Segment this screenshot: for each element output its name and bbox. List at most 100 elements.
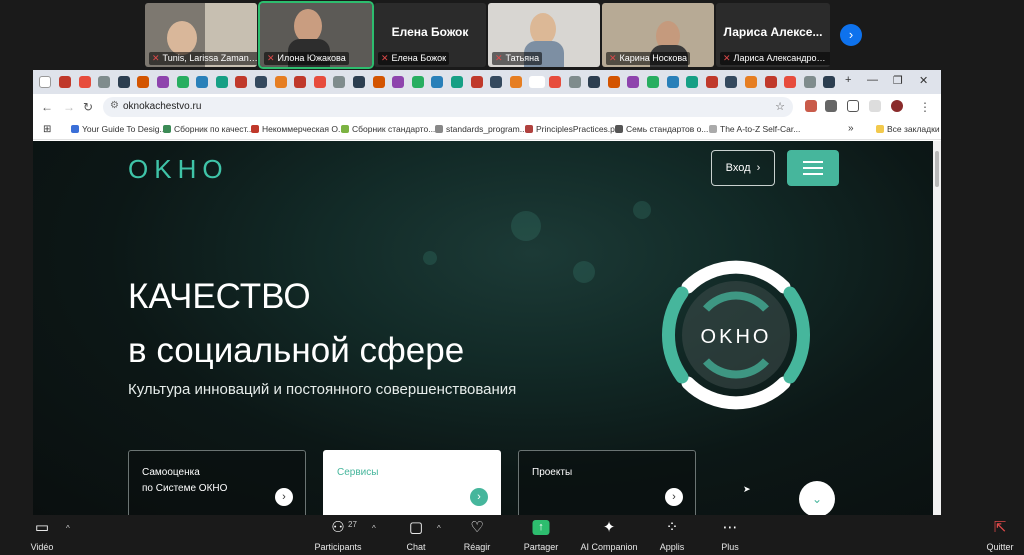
tab-favicon-icon[interactable] [59, 76, 71, 88]
participant-tile[interactable]: Елена Божок ✕ Елена Божок [374, 3, 486, 67]
tab-favicon-icon[interactable] [470, 76, 483, 88]
extension-icon[interactable] [805, 100, 817, 112]
tab-favicon-icon[interactable] [313, 76, 326, 88]
bookmark-item[interactable]: Your Guide To Desig... [71, 124, 167, 134]
maximize-icon[interactable]: ❐ [893, 74, 903, 87]
tab-favicon-icon[interactable] [117, 76, 130, 88]
apps-button[interactable]: ⁘ Applis [652, 515, 692, 555]
forward-icon[interactable]: → [63, 100, 75, 114]
tab-favicon-icon[interactable] [274, 76, 287, 88]
participants-button[interactable]: ⚇ 27 Participants [308, 515, 368, 555]
tab-favicon-icon[interactable] [686, 76, 699, 88]
tab-favicon-icon[interactable] [353, 76, 365, 88]
video-button[interactable]: ▭ Vidéo [20, 515, 64, 555]
next-participants-button[interactable]: › [840, 24, 862, 46]
tab-favicon-icon[interactable] [235, 76, 248, 88]
more-bookmarks-icon[interactable]: » [848, 123, 854, 134]
login-button[interactable]: Вход › [711, 150, 775, 186]
reload-icon[interactable]: ↻ [83, 100, 93, 114]
url-field[interactable]: ⚙ oknokachestvo.ru ☆ [103, 97, 793, 117]
tab-favicon-icon[interactable] [784, 76, 797, 88]
bookmark-item[interactable]: Сборник по качест... [163, 124, 254, 134]
site-logo[interactable]: OKHO [128, 154, 229, 185]
apps-grid-icon[interactable]: ⊞ [43, 124, 51, 135]
tab-favicon-icon[interactable] [451, 76, 463, 88]
more-menu-icon[interactable]: ⋮ [919, 100, 931, 114]
leave-button[interactable]: ⇱ Quitter [980, 515, 1020, 555]
participant-tile[interactable]: ✕ Карина Носкова [602, 3, 714, 67]
chevron-up-icon[interactable]: ^ [372, 524, 376, 533]
tab-favicon-icon[interactable] [176, 76, 189, 88]
close-icon[interactable]: ✕ [919, 74, 928, 87]
tab-favicon-icon[interactable] [294, 76, 307, 88]
ai-companion-button[interactable]: ✦ AI Companion [578, 515, 640, 555]
chevron-up-icon[interactable]: ^ [437, 524, 441, 533]
page-scrollbar[interactable] [933, 141, 941, 515]
tab-favicon-icon[interactable] [568, 76, 581, 88]
scroll-down-button[interactable]: ⌄ [799, 481, 835, 515]
bookmark-star-icon[interactable]: ☆ [775, 100, 785, 113]
all-bookmarks[interactable]: Все закладки [876, 124, 940, 134]
site-info-icon[interactable]: ⚙ [110, 100, 119, 111]
tab-favicon-icon[interactable] [431, 76, 444, 88]
tab-favicon-icon[interactable] [705, 76, 718, 88]
bookmark-item[interactable]: PrinciplesPractices.p... [525, 124, 622, 134]
tab-favicon-icon[interactable] [372, 76, 385, 88]
tab-favicon-icon[interactable] [725, 76, 738, 88]
react-button[interactable]: ♡ Réagir [457, 515, 497, 555]
tab-favicon-icon[interactable] [411, 76, 424, 88]
chat-button[interactable]: ▢ Chat [396, 515, 436, 555]
active-tab[interactable] [529, 76, 546, 88]
tab-favicon-icon[interactable] [509, 76, 522, 88]
new-tab-icon[interactable]: + [845, 74, 851, 86]
emblem-arc-left [662, 286, 689, 384]
card-self-assessment[interactable]: Самооценка по Системе ОКНО › [128, 450, 306, 515]
download-icon[interactable] [869, 100, 881, 112]
back-icon[interactable]: ← [41, 100, 53, 114]
tab-favicon-icon[interactable] [549, 76, 561, 88]
tab-favicon-icon[interactable] [215, 76, 228, 88]
chevron-right-icon[interactable]: › [470, 488, 488, 506]
scrollbar-thumb[interactable] [935, 151, 939, 187]
extensions-puzzle-icon[interactable] [847, 100, 859, 112]
tab-favicon-icon[interactable] [196, 76, 209, 88]
tab-favicon-icon[interactable] [78, 76, 91, 88]
bookmark-item[interactable]: standards_program... [435, 124, 527, 134]
tab-favicon-icon[interactable] [607, 76, 620, 88]
tab-favicon-icon[interactable] [157, 76, 169, 88]
chevron-right-icon[interactable]: › [665, 488, 683, 506]
share-button[interactable]: ↑ Partager [516, 515, 566, 555]
tab-favicon-icon[interactable] [588, 76, 601, 88]
participant-tile[interactable]: ✕ Татьяна [488, 3, 600, 67]
tab-favicon-icon[interactable] [666, 76, 679, 88]
more-button[interactable]: ⋯ Plus [710, 515, 750, 555]
chevron-up-icon[interactable]: ^ [66, 524, 70, 533]
tab-favicon-icon[interactable] [333, 76, 346, 88]
minimize-icon[interactable]: — [867, 74, 878, 86]
tab-favicon-icon[interactable] [647, 76, 659, 88]
tab-favicon-icon[interactable] [392, 76, 405, 88]
extension-icon[interactable] [825, 100, 837, 112]
card-projects[interactable]: Проекты › [518, 450, 696, 515]
tab-search-icon[interactable] [39, 76, 51, 88]
bookmark-item[interactable]: Семь стандартов о... [615, 124, 708, 134]
tab-favicon-icon[interactable] [803, 76, 816, 88]
tab-favicon-icon[interactable] [627, 76, 640, 88]
bookmark-item[interactable]: Некоммерческая О... [251, 124, 345, 134]
avatar[interactable] [891, 100, 903, 112]
tab-favicon-icon[interactable] [255, 76, 267, 88]
participant-tile-active[interactable]: ✕ Илона Южакова [258, 1, 374, 69]
tab-favicon-icon[interactable] [764, 76, 777, 88]
tab-favicon-icon[interactable] [823, 76, 836, 88]
tab-favicon-icon[interactable] [745, 76, 757, 88]
bookmark-item[interactable]: The A-to-Z Self-Car... [709, 124, 800, 134]
participant-tile[interactable]: ✕ Tunis, Larissa Zamano... [145, 3, 257, 67]
tab-favicon-icon[interactable] [137, 76, 150, 88]
tab-favicon-icon[interactable] [98, 76, 111, 88]
bookmark-item[interactable]: Сборник стандарто... [341, 124, 435, 134]
card-services[interactable]: Сервисы › [323, 450, 501, 515]
chevron-right-icon[interactable]: › [275, 488, 293, 506]
tab-favicon-icon[interactable] [490, 76, 503, 88]
hamburger-menu-button[interactable] [787, 150, 839, 186]
participant-tile[interactable]: Лариса Алексe... ✕ Лариса Александровн... [716, 3, 830, 67]
